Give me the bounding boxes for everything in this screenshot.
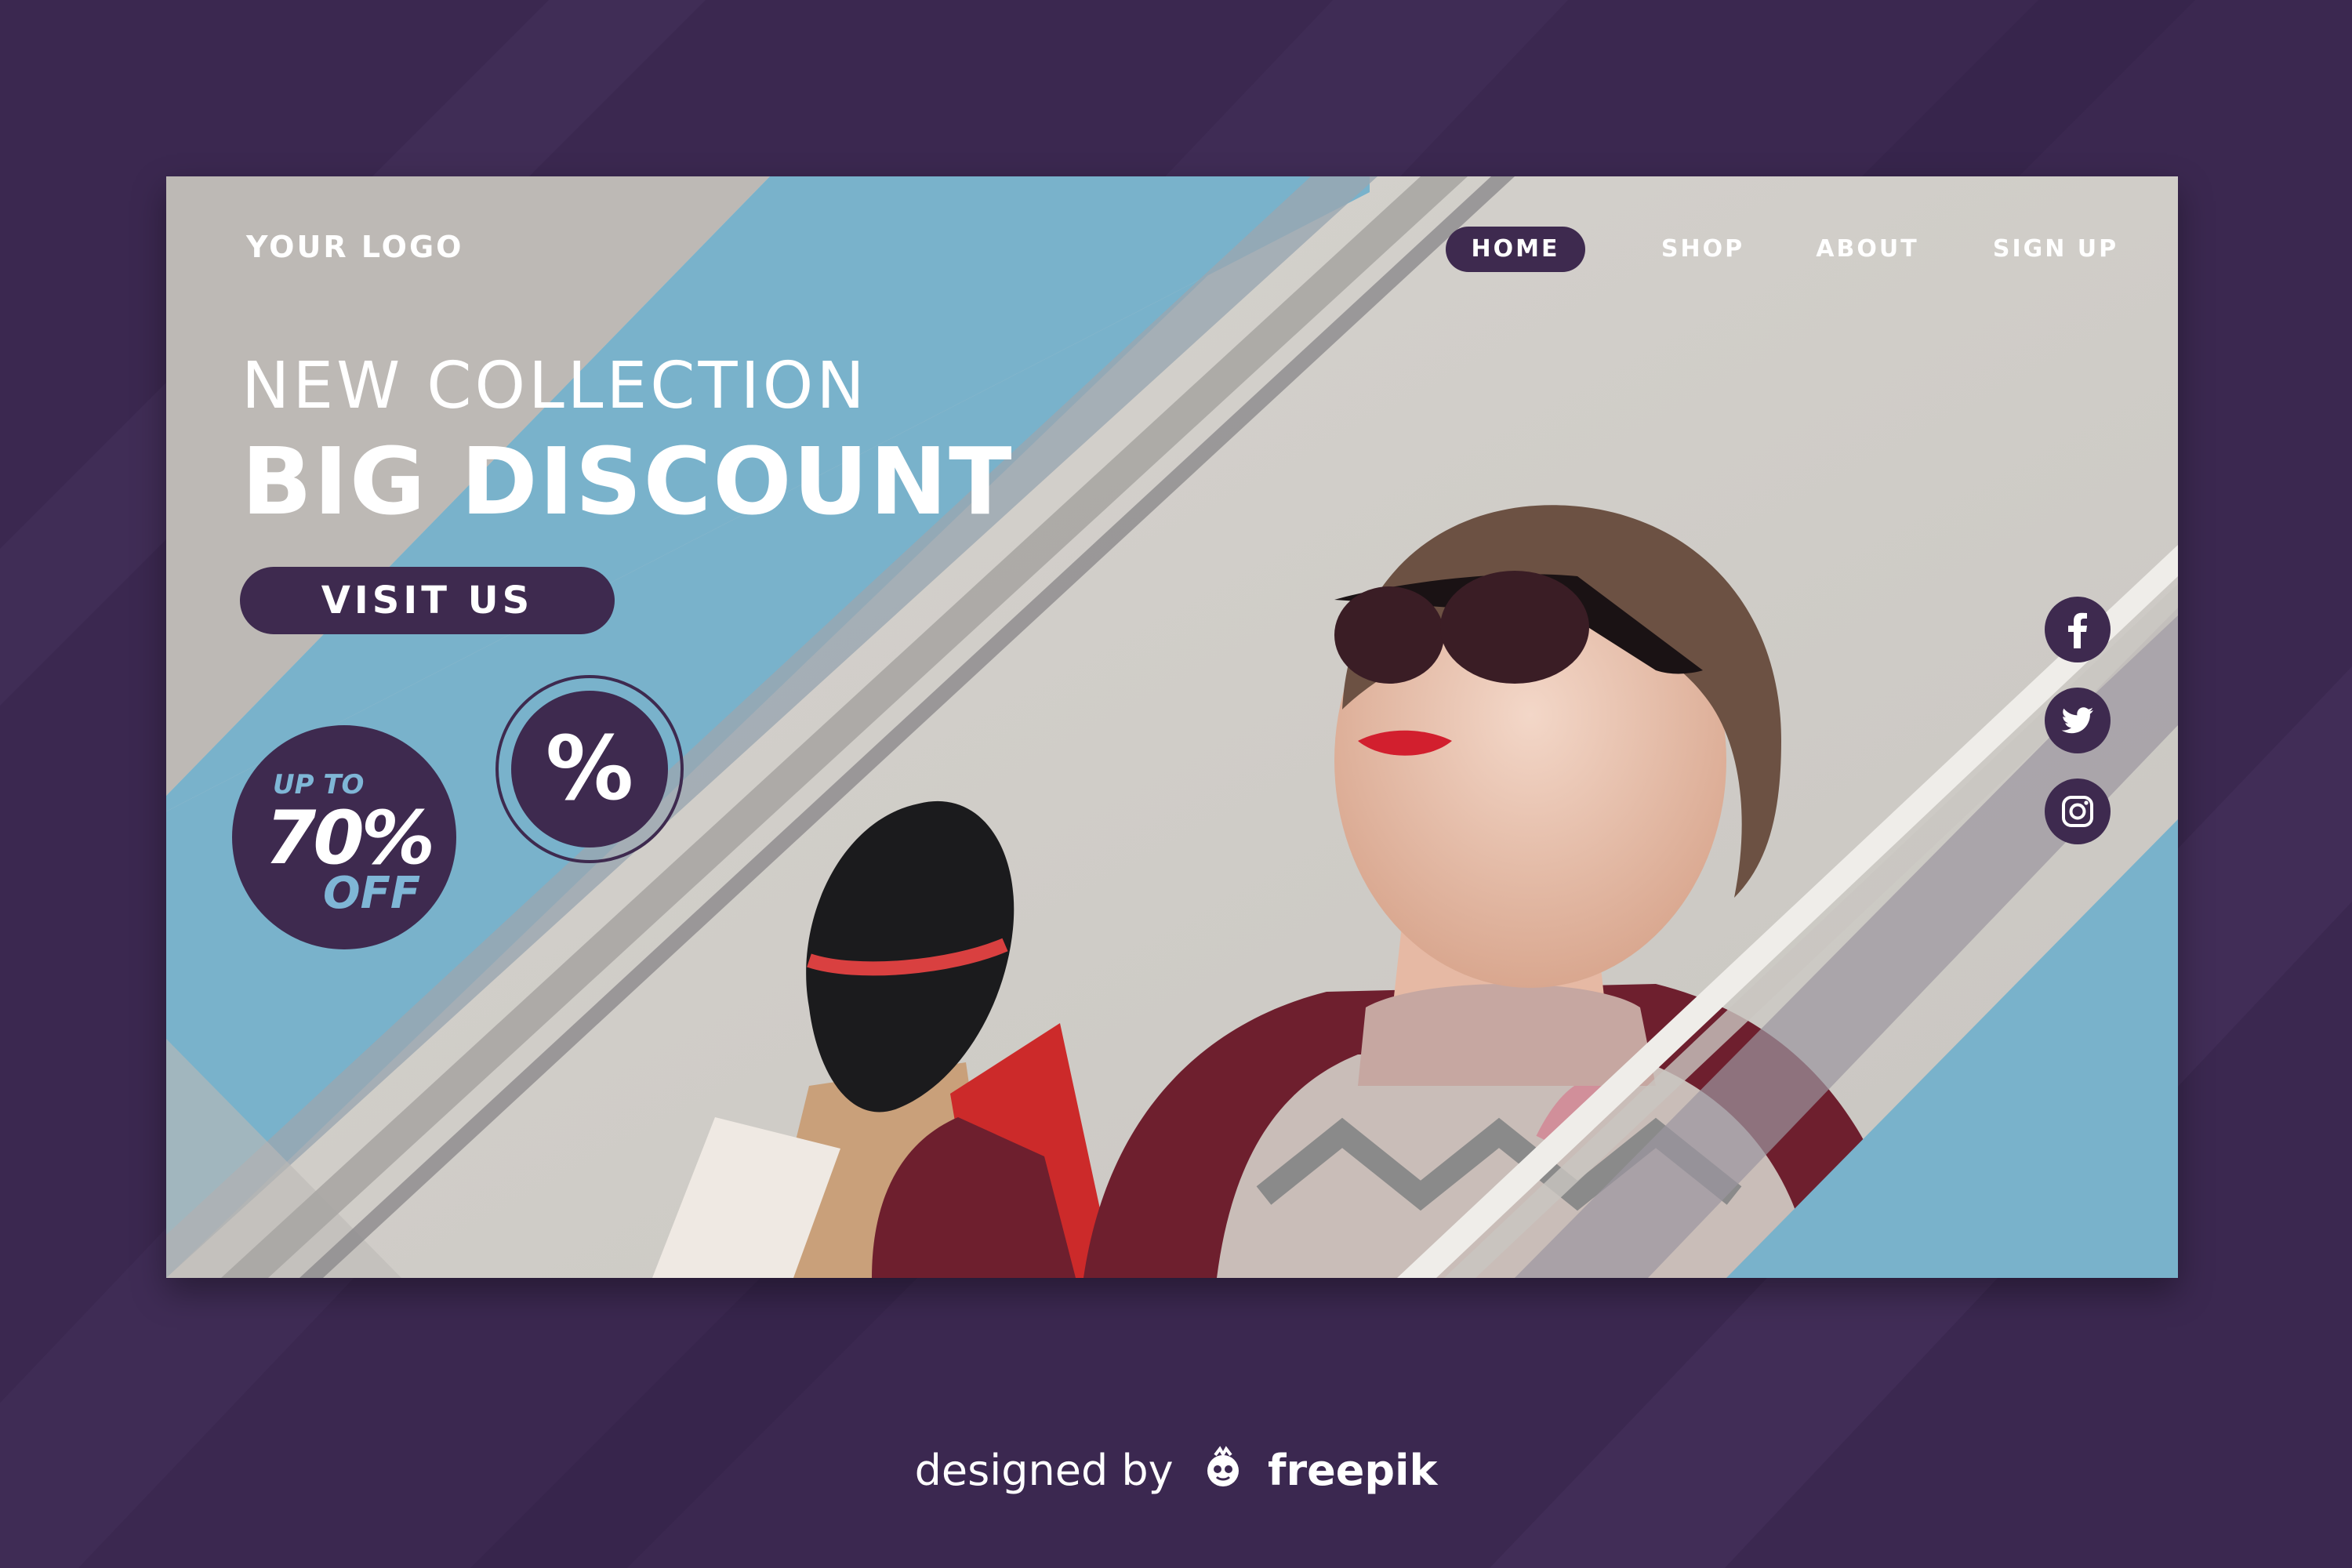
nav-about[interactable]: ABOUT <box>1797 227 1938 272</box>
nav-shop[interactable]: SHOP <box>1640 227 1766 272</box>
percent-icon: % <box>511 691 668 848</box>
freepik-logo-icon <box>1207 1446 1239 1486</box>
instagram-icon <box>2062 796 2093 827</box>
attribution: designed by freepik <box>0 1443 2352 1495</box>
credit-prefix: designed by <box>914 1446 1174 1495</box>
percent-ring: % <box>495 675 684 863</box>
visit-us-button[interactable]: VISIT US <box>240 567 615 634</box>
freepik-brand[interactable]: freepik <box>1268 1446 1437 1495</box>
nav-sign-up[interactable]: SIGN UP <box>1969 227 2142 272</box>
discount-badge: UP TO 70% OFF <box>232 725 456 949</box>
hero-subtitle: NEW COLLECTION <box>241 349 868 423</box>
hero-title: BIG DISCOUNT <box>241 427 1014 535</box>
nav-home[interactable]: HOME <box>1446 227 1585 272</box>
twitter-button[interactable] <box>2045 688 2111 753</box>
facebook-icon <box>2068 612 2087 648</box>
twitter-icon <box>2061 707 2093 734</box>
hero-artwork <box>166 176 2178 1278</box>
badge-off: OFF <box>323 868 421 919</box>
facebook-button[interactable] <box>2045 597 2111 662</box>
instagram-button[interactable] <box>2045 779 2111 844</box>
landing-card: YOUR LOGO HOME SHOP ABOUT SIGN UP NEW CO… <box>166 176 2178 1278</box>
top-nav: HOME SHOP ABOUT SIGN UP <box>166 227 2178 281</box>
